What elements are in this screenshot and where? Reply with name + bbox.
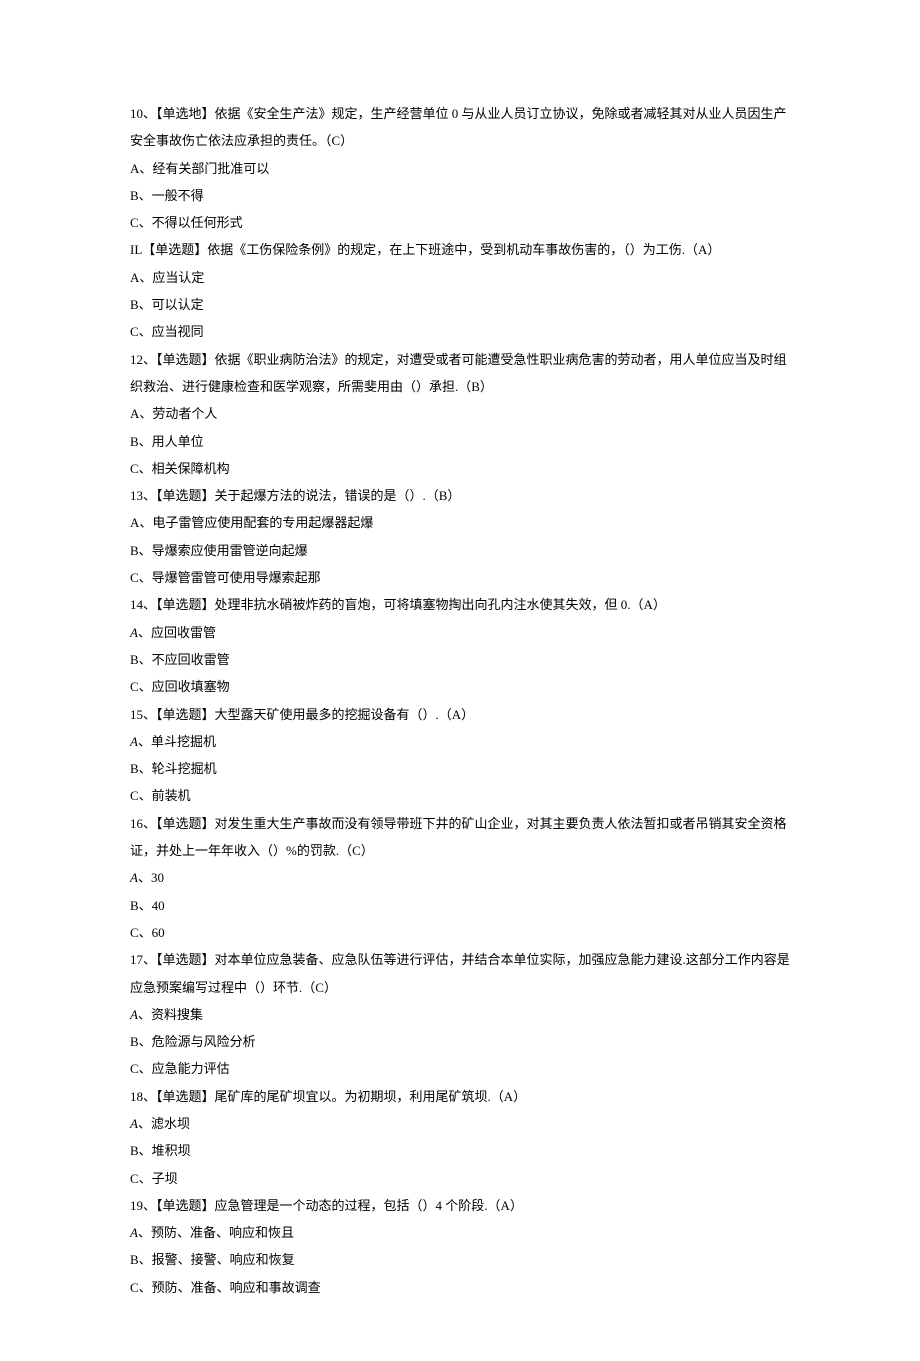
question-text: 15、【单选题】大型露天矿使用最多的挖掘设备有（）.（A） bbox=[130, 701, 790, 728]
option-a: A、单斗挖掘机 bbox=[130, 728, 790, 755]
option-a-text: 、预防、准备、响应和恢且 bbox=[138, 1225, 294, 1240]
question-11: IL【单选题】依据《工伤保险条例》的规定，在上下班途中，受到机动车事故伤害的，（… bbox=[130, 236, 790, 345]
question-text: 16、【单选题】对发生重大生产事故而没有领导带班下井的矿山企业，对其主要负责人依… bbox=[130, 810, 790, 865]
option-b: B、报警、接警、响应和恢复 bbox=[130, 1246, 790, 1273]
option-a: A、资料搜集 bbox=[130, 1001, 790, 1028]
option-a: A、预防、准备、响应和恢且 bbox=[130, 1219, 790, 1246]
question-text: 12、【单选题】依据《职业病防治法》的规定，对遭受或者可能遭受急性职业病危害的劳… bbox=[130, 346, 790, 401]
question-text: 14、【单选题】处理非抗水硝被炸药的盲炮，可将填塞物掏出向孔内注水使其失效，但 … bbox=[130, 591, 790, 618]
option-a: A、30 bbox=[130, 864, 790, 891]
question-text: 13、【单选题】关于起爆方法的说法，错误的是（）.（B） bbox=[130, 482, 790, 509]
question-text: 18、【单选题】尾矿库的尾矿坝宜以。为初期坝，利用尾矿筑坝.（A） bbox=[130, 1083, 790, 1110]
option-c: C、60 bbox=[130, 919, 790, 946]
option-b: B、40 bbox=[130, 892, 790, 919]
option-b: B、可以认定 bbox=[130, 291, 790, 318]
option-c: C、前装机 bbox=[130, 782, 790, 809]
option-c: C、应急能力评估 bbox=[130, 1055, 790, 1082]
question-15: 15、【单选题】大型露天矿使用最多的挖掘设备有（）.（A） A、单斗挖掘机 B、… bbox=[130, 701, 790, 810]
option-a: A、滤水坝 bbox=[130, 1110, 790, 1137]
question-13: 13、【单选题】关于起爆方法的说法，错误的是（）.（B） A、电子雷管应使用配套… bbox=[130, 482, 790, 591]
option-a-text: 、30 bbox=[138, 870, 164, 885]
option-b: B、用人单位 bbox=[130, 428, 790, 455]
option-c: C、不得以任何形式 bbox=[130, 209, 790, 236]
option-b: B、不应回收雷管 bbox=[130, 646, 790, 673]
option-b: B、轮斗挖掘机 bbox=[130, 755, 790, 782]
option-a: A、经有关部门批准可以 bbox=[130, 155, 790, 182]
option-b: B、堆积坝 bbox=[130, 1137, 790, 1164]
option-a-text: 、单斗挖掘机 bbox=[138, 734, 216, 749]
option-c: C、导爆管雷管可使用导爆索起那 bbox=[130, 564, 790, 591]
question-12: 12、【单选题】依据《职业病防治法》的规定，对遭受或者可能遭受急性职业病危害的劳… bbox=[130, 346, 790, 482]
option-c: C、相关保障机构 bbox=[130, 455, 790, 482]
option-b: B、一般不得 bbox=[130, 182, 790, 209]
question-text: 17、【单选题】对本单位应急装备、应急队伍等进行评估，并结合本单位实际，加强应急… bbox=[130, 946, 790, 1001]
option-c: C、应当视同 bbox=[130, 318, 790, 345]
question-text: 10、【单选地】依据《安全生产法》规定，生产经营单位 0 与从业人员订立协议，免… bbox=[130, 100, 790, 155]
question-19: 19、【单选题】应急管理是一个动态的过程，包括（）4 个阶段.（A） A、预防、… bbox=[130, 1192, 790, 1301]
option-c: C、应回收填塞物 bbox=[130, 673, 790, 700]
question-text: IL【单选题】依据《工伤保险条例》的规定，在上下班途中，受到机动车事故伤害的，（… bbox=[130, 236, 790, 263]
option-a: A、电子雷管应使用配套的专用起爆器起爆 bbox=[130, 509, 790, 536]
option-a: A、应当认定 bbox=[130, 264, 790, 291]
question-18: 18、【单选题】尾矿库的尾矿坝宜以。为初期坝，利用尾矿筑坝.（A） A、滤水坝 … bbox=[130, 1083, 790, 1192]
question-text: 19、【单选题】应急管理是一个动态的过程，包括（）4 个阶段.（A） bbox=[130, 1192, 790, 1219]
option-a-text: 、应回收雷管 bbox=[138, 625, 216, 640]
question-10: 10、【单选地】依据《安全生产法》规定，生产经营单位 0 与从业人员订立协议，免… bbox=[130, 100, 790, 236]
option-c: C、子坝 bbox=[130, 1165, 790, 1192]
option-b: B、危险源与风险分析 bbox=[130, 1028, 790, 1055]
option-c: C、预防、准备、响应和事故调查 bbox=[130, 1274, 790, 1301]
option-b: B、导爆索应使用雷管逆向起爆 bbox=[130, 537, 790, 564]
option-a: A、应回收雷管 bbox=[130, 619, 790, 646]
question-17: 17、【单选题】对本单位应急装备、应急队伍等进行评估，并结合本单位实际，加强应急… bbox=[130, 946, 790, 1082]
question-16: 16、【单选题】对发生重大生产事故而没有领导带班下井的矿山企业，对其主要负责人依… bbox=[130, 810, 790, 946]
option-a-text: 、滤水坝 bbox=[138, 1116, 190, 1131]
question-14: 14、【单选题】处理非抗水硝被炸药的盲炮，可将填塞物掏出向孔内注水使其失效，但 … bbox=[130, 591, 790, 700]
option-a-text: 、资料搜集 bbox=[138, 1007, 203, 1022]
option-a: A、劳动者个人 bbox=[130, 400, 790, 427]
